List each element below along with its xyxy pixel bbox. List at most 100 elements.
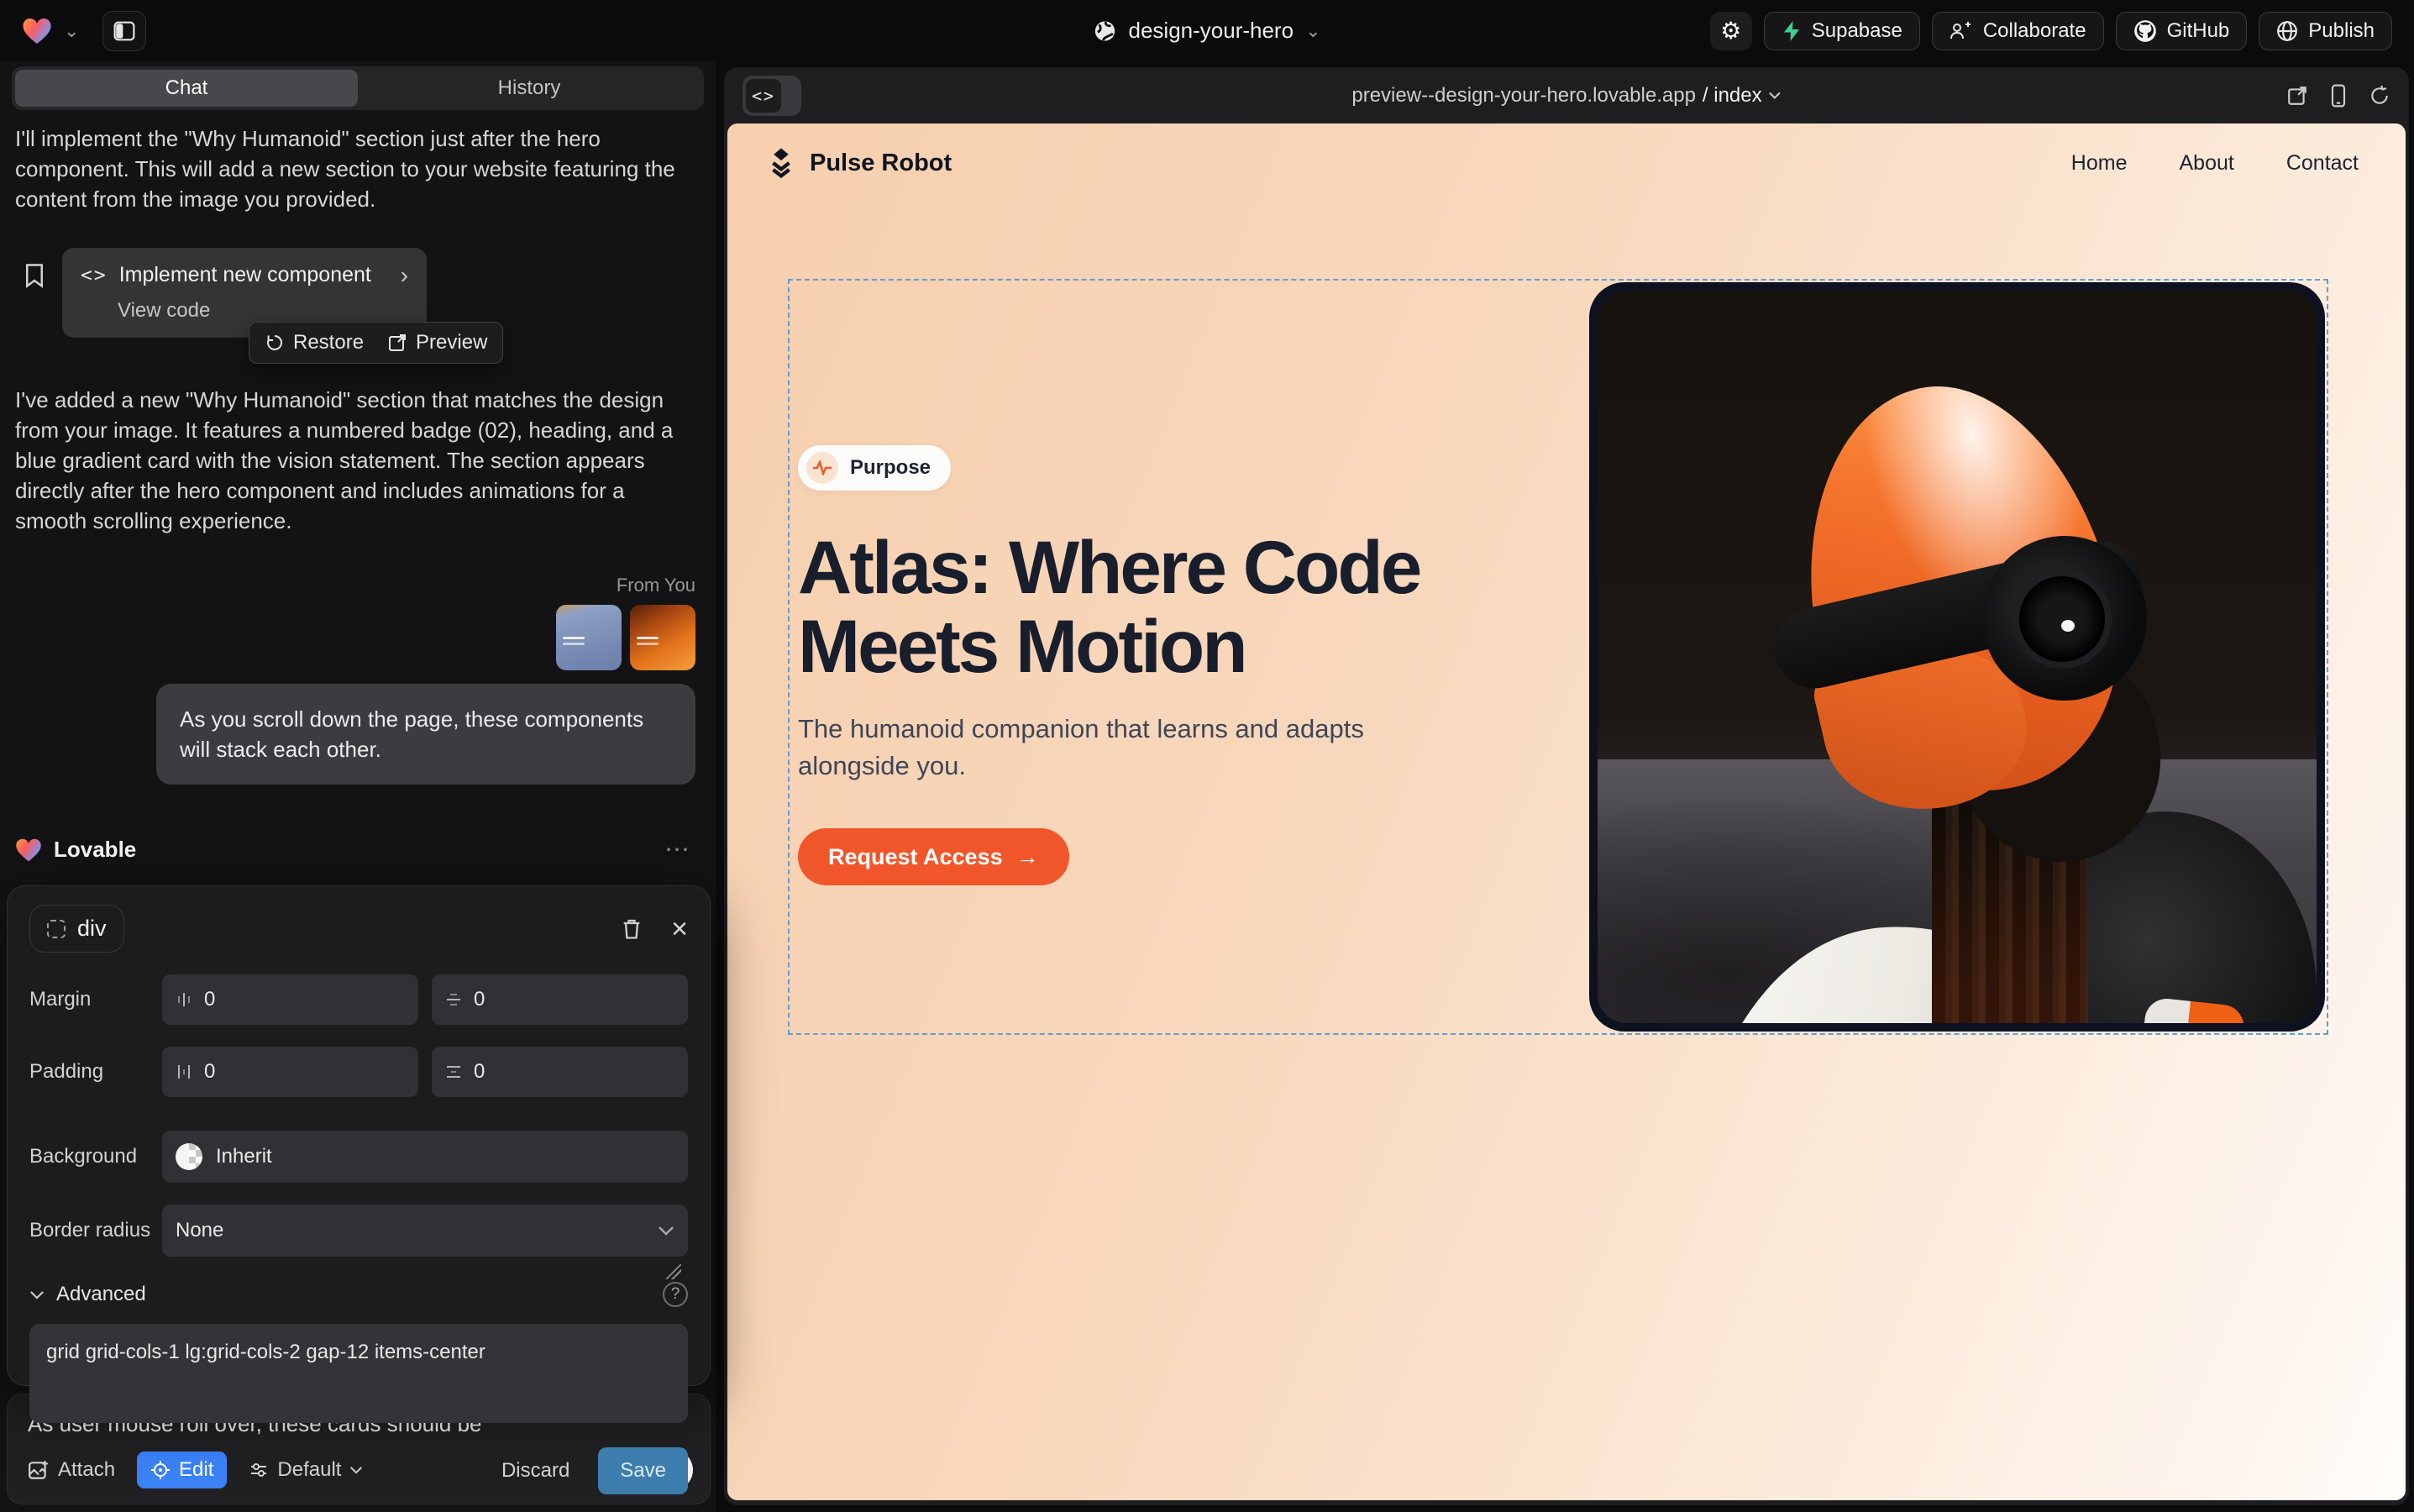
project-switcher[interactable]: design-your-hero ⌄ (1094, 0, 1321, 61)
collaborate-label: Collaborate (1983, 19, 2086, 43)
lovable-logo-icon[interactable] (22, 17, 52, 45)
pulse-icon (812, 460, 832, 475)
preview-topbar: <> preview--design-your-hero.lovable.app… (724, 67, 2409, 123)
discard-button[interactable]: Discard (501, 1459, 569, 1483)
site-preview: Pulse Robot Home About Contact (727, 123, 2406, 1500)
external-link-icon (387, 333, 407, 353)
padding-y-input[interactable]: 0 (432, 1047, 688, 1097)
supabase-label: Supabase (1812, 19, 1902, 43)
site-brand[interactable]: Pulse Robot (766, 147, 952, 179)
chevron-down-icon (1769, 92, 1782, 99)
attachment-thumbnail-orange[interactable] (630, 605, 695, 670)
code-toggle-inner: <> (746, 79, 781, 113)
margin-row: Margin 0 0 (29, 974, 688, 1025)
supabase-button[interactable]: Supabase (1764, 12, 1920, 50)
inspector-actions: × (621, 915, 688, 943)
advanced-toggle[interactable]: Advanced ? (29, 1282, 688, 1307)
supabase-icon (1782, 20, 1802, 42)
margin-y-input[interactable]: 0 (432, 974, 688, 1025)
close-icon[interactable]: × (671, 915, 688, 943)
preview-url-bar[interactable]: preview--design-your-hero.lovable.app / … (1351, 84, 1781, 108)
from-you-label: From You (15, 575, 695, 596)
purpose-label: Purpose (850, 456, 931, 480)
code-view-toggle[interactable]: <> (743, 76, 801, 116)
nav-contact[interactable]: Contact (2286, 151, 2359, 176)
code-icon: <> (81, 265, 108, 286)
refresh-icon[interactable] (2369, 85, 2390, 107)
padding-label: Padding (29, 1060, 162, 1084)
topbar: ⌄ design-your-hero ⌄ ⚙ (0, 0, 2414, 61)
user-message-bubble: As you scroll down the page, these compo… (156, 684, 695, 785)
help-icon[interactable]: ? (663, 1282, 688, 1307)
nav-about[interactable]: About (2179, 151, 2233, 176)
open-in-new-icon[interactable] (2286, 85, 2308, 107)
preview-button[interactable]: Preview (387, 331, 487, 354)
background-value: Inherit (216, 1145, 272, 1168)
background-label: Background (29, 1145, 162, 1168)
padding-y-icon (445, 1063, 462, 1080)
inspector-footer: Discard Save (29, 1447, 688, 1494)
selected-element-chip[interactable]: div (29, 905, 124, 953)
preview-path: / index (1703, 84, 1762, 108)
preview-window: <> preview--design-your-hero.lovable.app… (724, 67, 2409, 1505)
view-code-link[interactable]: View code (81, 299, 408, 323)
inspector-header: div × (29, 905, 688, 953)
publish-button[interactable]: Publish (2259, 12, 2392, 50)
project-name: design-your-hero (1129, 18, 1294, 44)
padding-row: Padding 0 0 (29, 1047, 688, 1097)
mobile-view-icon[interactable] (2330, 84, 2347, 108)
padding-x-input[interactable]: 0 (162, 1047, 418, 1097)
margin-label: Margin (29, 988, 162, 1011)
restore-button[interactable]: Restore (265, 331, 364, 354)
hero-heading-line1: Atlas: Where Code (798, 528, 1554, 606)
purpose-badge: Purpose (798, 445, 951, 491)
margin-x-icon (176, 991, 192, 1008)
collaborate-icon (1950, 21, 1973, 41)
settings-button[interactable]: ⚙ (1710, 12, 1752, 50)
sidebar-toggle-button[interactable] (102, 11, 146, 51)
margin-x-input[interactable]: 0 (162, 974, 418, 1025)
margin-y-icon (445, 991, 462, 1008)
workspace-chevron-icon[interactable]: ⌄ (64, 22, 79, 40)
message-options-icon[interactable]: ⋯ (664, 835, 692, 864)
chat-panel: Chat History I'll implement the "Why Hum… (0, 61, 716, 1512)
trash-icon[interactable] (621, 917, 643, 941)
selected-element-tag: div (77, 916, 107, 942)
attachment-thumbnail-blue[interactable] (556, 605, 622, 670)
site-nav: Home About Contact (2071, 151, 2359, 176)
save-button[interactable]: Save (598, 1447, 688, 1494)
hero-heading-line2: Meets Motion (798, 606, 1554, 685)
padding-x-icon (176, 1063, 192, 1080)
code-icon: <> (752, 86, 775, 106)
background-field[interactable]: Inherit (162, 1131, 688, 1183)
arrow-right-icon: → (1016, 844, 1039, 870)
border-radius-select[interactable]: None (162, 1205, 688, 1257)
tab-history[interactable]: History (358, 70, 701, 107)
preview-url: preview--design-your-hero.lovable.app (1351, 84, 1696, 108)
restore-preview-menu: Restore Preview (249, 322, 503, 364)
assistant-header: Lovable ⋯ (15, 835, 701, 864)
nav-home[interactable]: Home (2071, 151, 2128, 176)
tool-card-title: Implement new component (119, 263, 371, 287)
robot-eye-glint (2061, 620, 2075, 632)
classes-textarea[interactable]: grid grid-cols-1 lg:grid-cols-2 gap-12 i… (29, 1324, 688, 1423)
publish-label: Publish (2308, 19, 2375, 43)
github-button[interactable]: GitHub (2116, 12, 2248, 50)
project-chevron-icon: ⌄ (1305, 22, 1320, 40)
bookmark-icon (24, 263, 45, 288)
selected-hero-grid[interactable]: Purpose Atlas: Where Code Meets Motion T… (788, 279, 2328, 1035)
tool-card-row: <> Implement new component › View code R… (24, 248, 701, 338)
tab-chat[interactable]: Chat (15, 70, 358, 107)
robot-eye-lens (2013, 570, 2112, 669)
chevron-down-icon (29, 1290, 45, 1299)
padding-y-value: 0 (474, 1060, 485, 1084)
background-swatch-icon (176, 1143, 202, 1170)
cta-label: Request Access (828, 844, 1003, 870)
pulse-icon-wrap (806, 452, 838, 484)
collaborate-button[interactable]: Collaborate (1932, 12, 2104, 50)
resize-handle[interactable] (666, 1264, 681, 1279)
border-radius-value: None (176, 1219, 223, 1242)
assistant-name: Lovable (54, 837, 136, 863)
request-access-button[interactable]: Request Access → (798, 828, 1069, 885)
border-radius-label: Border radius (29, 1219, 162, 1242)
